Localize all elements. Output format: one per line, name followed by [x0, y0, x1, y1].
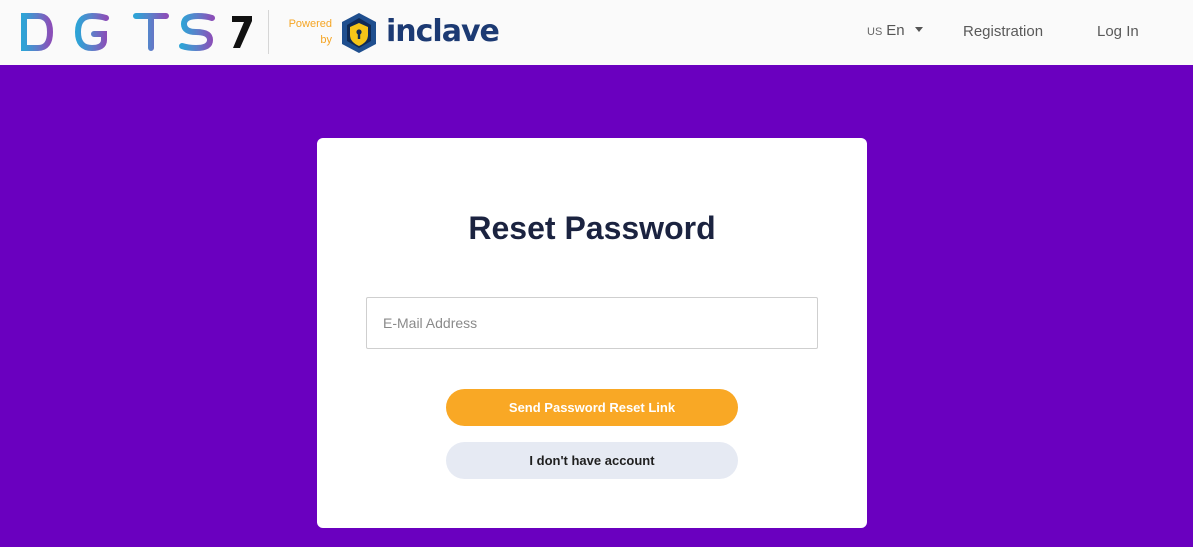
- inclave-wordmark: inclave: [386, 14, 500, 49]
- powered-by-label: Powered by: [282, 16, 332, 48]
- email-field[interactable]: [366, 297, 818, 349]
- powered-text: Powered: [288, 18, 332, 30]
- reset-password-card: Reset Password Send Password Reset Link …: [317, 138, 867, 528]
- registration-link[interactable]: Registration: [963, 22, 1043, 42]
- digits-logo[interactable]: [20, 8, 255, 56]
- login-link[interactable]: Log In: [1097, 22, 1139, 42]
- digits-7-logo-icon: [21, 12, 252, 52]
- language-code: En: [886, 22, 905, 39]
- inclave-shield-icon: [342, 13, 376, 53]
- send-reset-link-button[interactable]: Send Password Reset Link: [446, 389, 738, 426]
- top-navbar: Powered by inclave US En Registration Lo…: [0, 0, 1193, 65]
- country-flag: US: [867, 26, 883, 38]
- by-text: by: [320, 34, 332, 46]
- header-divider: [268, 10, 269, 54]
- page-title: Reset Password: [468, 210, 716, 246]
- language-selector[interactable]: US En: [867, 22, 923, 44]
- caret-down-icon: [914, 27, 923, 32]
- no-account-button[interactable]: I don't have account: [446, 442, 738, 479]
